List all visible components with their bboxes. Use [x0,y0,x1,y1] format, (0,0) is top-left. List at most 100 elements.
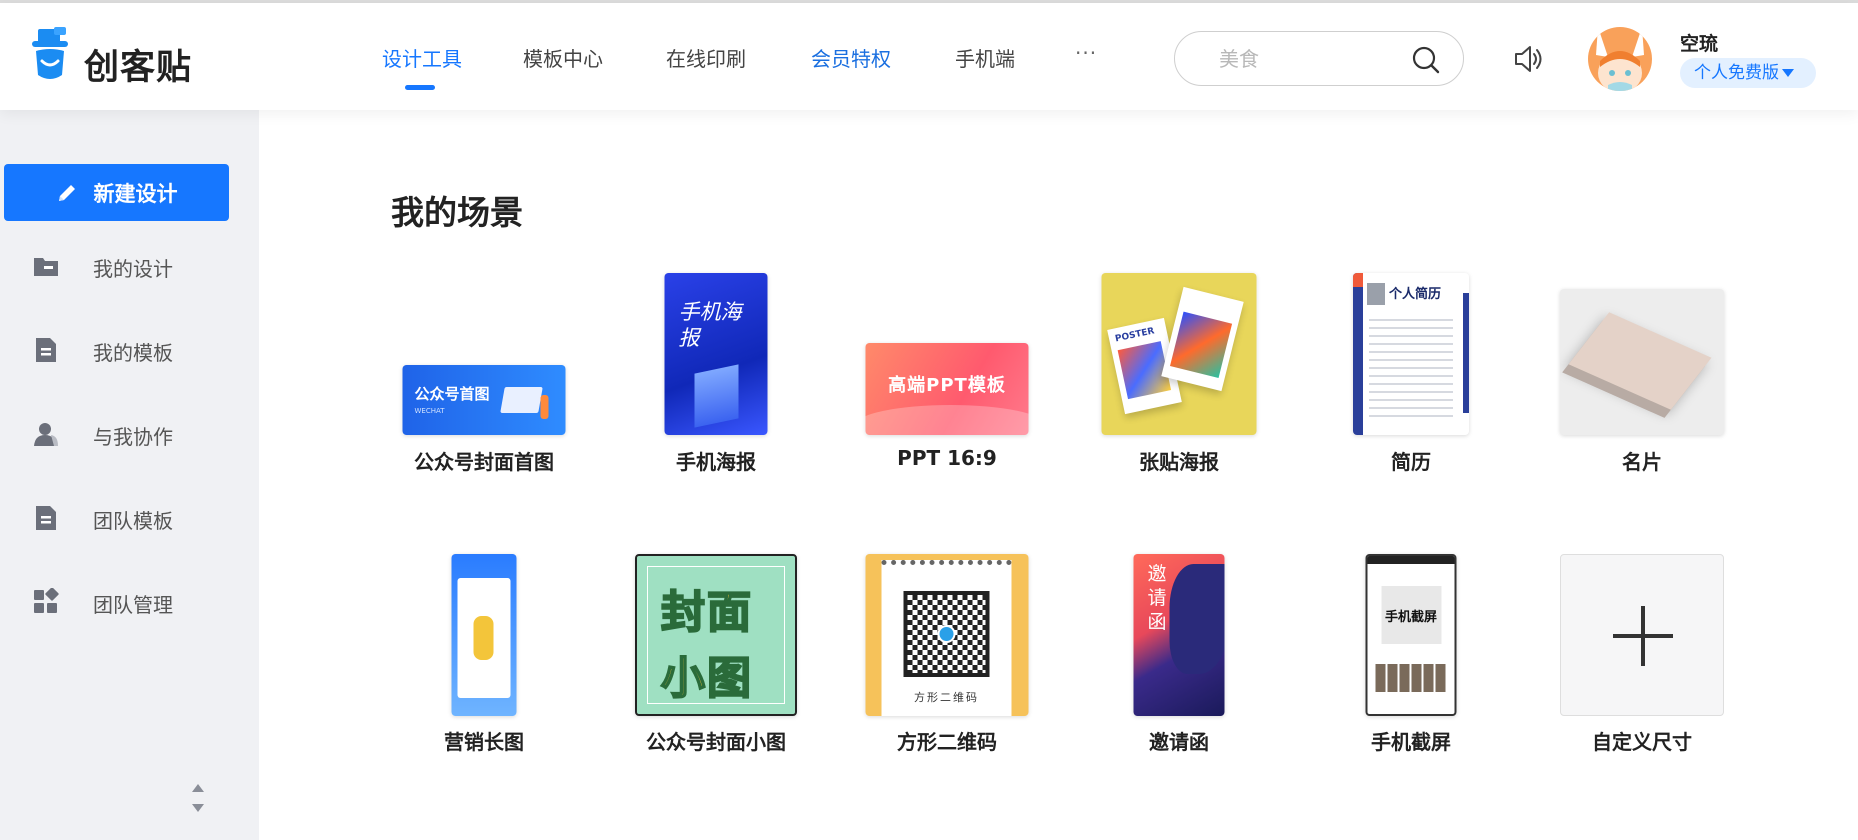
nav-member-privileges[interactable]: 会员特权 [811,43,891,72]
logo[interactable]: 创客贴 [30,25,210,88]
sidebar-item-label: 我的设计 [93,257,173,281]
logo-mascot-icon [32,27,68,79]
scene-card-invitation[interactable]: 邀请函 邀请函 [1079,552,1279,762]
thumbnail: 封面 小图 [635,554,797,716]
thumbnail-text: 方形二维码 [914,691,979,704]
top-header: 创客贴 设计工具 模板中心 在线印刷 会员特权 手机端 ··· 美食 空琉 个人… [0,3,1858,110]
scene-label: 手机海报 [676,450,756,474]
thumbnail-text: 封面 [660,586,753,639]
nav-design-tools[interactable]: 设计工具 [382,43,462,72]
thumbnail-person-graphic [473,616,494,660]
scene-label: 手机截屏 [1371,730,1451,754]
grid-icon [34,588,59,613]
scene-card-marketing-long[interactable]: 营销长图 [384,552,584,762]
thumbnail: 方形二维码 [865,554,1029,716]
user-name: 空琉 [1680,33,1719,55]
scene-label: 简历 [1391,450,1431,474]
scene-card-resume[interactable]: 个人简历 简历 [1311,270,1511,480]
thumbnail-wave-graphic [865,405,1029,435]
scene-card-screenshot[interactable]: 手机截屏 手机截屏 [1311,552,1511,762]
new-design-button[interactable]: 新建设计 [4,164,229,221]
nav-mobile[interactable]: 手机端 [955,43,1015,72]
scene-label: 公众号封面小图 [646,730,786,754]
scene-label: 方形二维码 [897,730,997,754]
nav-online-printing[interactable]: 在线印刷 [666,43,746,72]
sidebar-item-collaborate[interactable]: 与我协作 [0,404,259,464]
thumbnail [1560,289,1724,435]
thumbnail-photo-grid [1375,664,1446,692]
caret-down-icon [1782,69,1794,77]
avatar[interactable] [1588,27,1652,91]
sidebar-item-label: 团队模板 [93,509,173,533]
thumbnail-card-stack [1568,312,1712,410]
thumbnail: 手机海报 [664,273,768,435]
app-window: 创客贴 设计工具 模板中心 在线印刷 会员特权 手机端 ··· 美食 空琉 个人… [0,0,1858,840]
thumbnail: 个人简历 [1353,273,1469,435]
sidebar-item-label: 我的模板 [93,341,173,365]
folder-icon [34,258,58,276]
scene-label: 张贴海报 [1139,450,1219,474]
user-icon [34,423,58,446]
plan-dropdown[interactable]: 个人免费版 [1680,58,1816,88]
thumbnail-side-bar [1353,273,1363,435]
scene-card-wechat-cover[interactable]: 公众号首图 WECHAT 公众号封面首图 [384,270,584,480]
sidebar-item-my-designs[interactable]: 我的设计 [0,236,259,296]
sidebar: 新建设计 我的设计 我的模板 与我协作 团队模板 团队管理 [0,110,259,840]
thumbnail-photo [1367,283,1385,305]
thumbnail-text: 手机截屏 [1384,610,1437,625]
thumbnail: 公众号首图 WECHAT [402,365,566,435]
plan-label: 个人免费版 [1694,63,1779,83]
search-input[interactable] [1219,45,1399,73]
thumbnail-notebook: 方形二维码 [881,560,1012,716]
thumbnail-side-bar-accent [1463,293,1469,413]
thumbnail-text: 高端PPT模板 [888,375,1006,396]
thumbnail-text: POSTER [1114,326,1156,345]
thumbnail-orange-strip [1353,273,1363,287]
sidebar-item-label: 与我协作 [93,425,173,449]
scene-card-poster[interactable]: POSTER 张贴海报 [1079,270,1279,480]
thumbnail-poster-art [1170,311,1233,379]
thumbnail-text: 公众号首图 [414,385,490,403]
thumbnail-text: 个人简历 [1389,287,1442,302]
search-icon[interactable] [1411,45,1441,75]
scene-label: PPT 16:9 [897,446,997,470]
scene-card-business-card[interactable]: 名片 [1542,270,1742,480]
sidebar-item-my-templates[interactable]: 我的模板 [0,320,259,380]
nav-more-icon[interactable]: ··· [1075,41,1097,65]
scene-label: 邀请函 [1149,730,1209,754]
thumbnail-lines [1369,313,1453,423]
thumbnail [451,554,517,716]
pencil-icon [58,184,75,201]
thumbnail [1560,554,1724,716]
thumbnail-text: 手机海报 [678,300,742,350]
scene-card-custom-size[interactable]: 自定义尺寸 [1542,552,1742,762]
new-design-label: 新建设计 [93,181,178,206]
sidebar-item-team-management[interactable]: 团队管理 [0,572,259,632]
scene-label: 自定义尺寸 [1592,730,1692,754]
document-icon [36,506,56,530]
scene-card-ppt[interactable]: 高端PPT模板 PPT 16:9 [847,270,1047,480]
thumbnail-text: 邀请函 [1147,563,1167,633]
scene-card-wechat-small[interactable]: 封面 小图 公众号封面小图 [616,552,816,762]
thumbnail-person-graphic [540,395,549,419]
scene-label: 名片 [1622,450,1662,474]
thumbnail-subtext: WECHAT [414,407,445,415]
thumbnail-status-bar [1367,556,1455,564]
thumbnail-poster-graphic-2 [1161,286,1244,392]
thumbnail-blob [1169,564,1225,674]
sidebar-item-label: 团队管理 [93,593,173,617]
thumbnail: POSTER [1101,273,1257,435]
nav-template-center[interactable]: 模板中心 [523,43,603,72]
sidebar-scroll-arrows-icon[interactable] [190,780,206,816]
sidebar-item-team-templates[interactable]: 团队模板 [0,488,259,548]
search-box [1174,31,1464,86]
thumbnail: 手机截屏 [1365,554,1457,716]
nav-active-indicator [405,85,435,90]
scene-card-square-qr[interactable]: 方形二维码 方形二维码 [847,552,1047,762]
section-title: 我的场景 [391,193,523,232]
plus-icon [1613,606,1673,666]
thumbnail-text: 小图 [660,652,753,705]
scene-label: 营销长图 [444,730,524,754]
scene-card-mobile-poster[interactable]: 手机海报 手机海报 [616,270,816,480]
speaker-icon[interactable] [1512,43,1544,75]
